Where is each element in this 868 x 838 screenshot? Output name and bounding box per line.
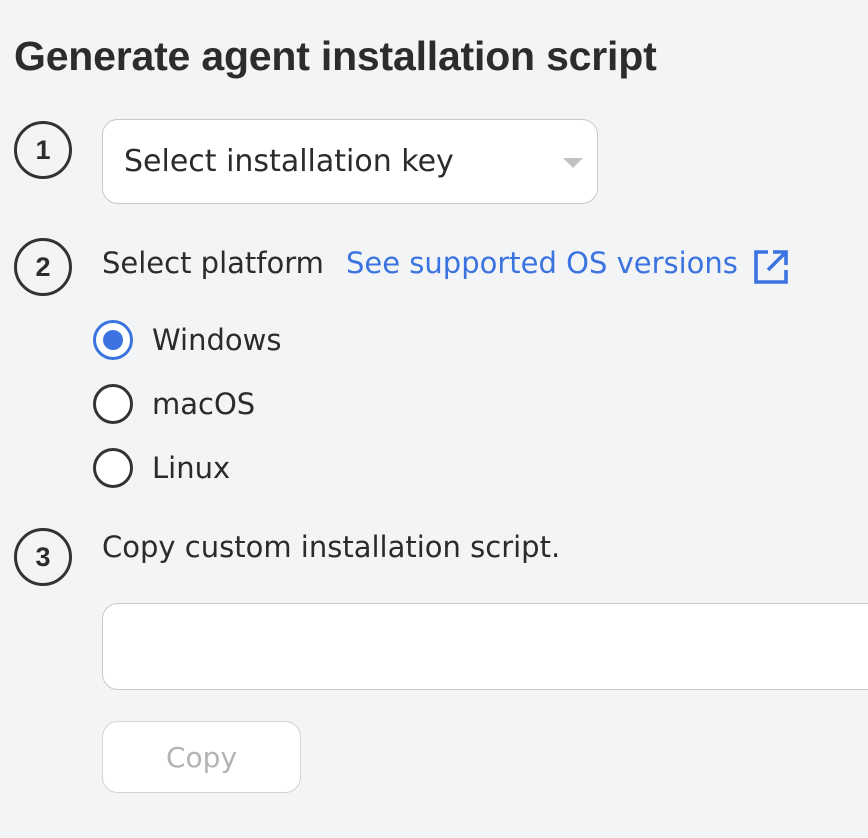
installation-key-select-placeholder: Select installation key: [124, 144, 454, 179]
external-link-icon[interactable]: [751, 247, 791, 287]
supported-os-versions-link[interactable]: See supported OS versions: [346, 246, 738, 280]
installation-script-field[interactable]: [102, 603, 868, 690]
platform-option-label: macOS: [152, 387, 256, 421]
copy-button[interactable]: Copy: [102, 721, 301, 793]
copy-script-label: Copy custom installation script.: [102, 530, 561, 564]
platform-option-linux[interactable]: Linux: [93, 446, 230, 490]
installation-key-select[interactable]: Select installation key: [102, 119, 598, 204]
select-platform-label: Select platform: [102, 246, 324, 280]
platform-option-macos[interactable]: macOS: [93, 382, 255, 426]
page-title: Generate agent installation script: [14, 33, 657, 79]
radio-button-checked[interactable]: [93, 320, 133, 360]
step-3-badge: 3: [14, 528, 72, 586]
platform-option-label: Windows: [152, 323, 282, 357]
platform-option-windows[interactable]: Windows: [93, 318, 281, 362]
caret-down-icon: [563, 158, 583, 168]
platform-option-label: Linux: [152, 451, 231, 485]
step-1-badge: 1: [14, 121, 72, 179]
install-script-panel: Generate agent installation script 1 Sel…: [0, 0, 868, 838]
radio-button[interactable]: [93, 448, 133, 488]
step-2-badge: 2: [14, 238, 72, 296]
radio-button[interactable]: [93, 384, 133, 424]
